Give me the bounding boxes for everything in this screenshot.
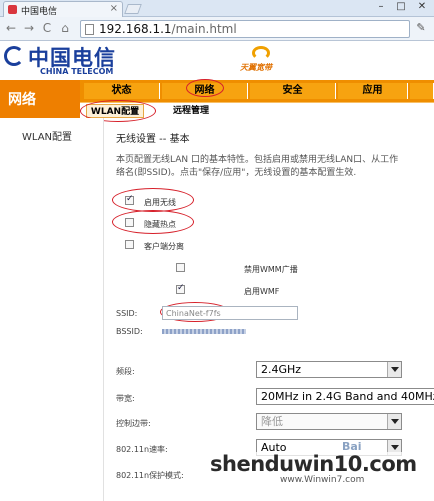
- watermark-sub: www.Winwin7.com: [280, 475, 365, 485]
- bssid-label: BSSID:: [116, 327, 143, 336]
- china-telecom-logo-icon: [4, 46, 24, 66]
- main-nav: 网络 状态 网络 安全 应用 WLAN配置 远程管理: [0, 80, 434, 118]
- minimize-icon[interactable]: –: [372, 0, 390, 14]
- tab-security[interactable]: 安全: [250, 83, 336, 99]
- browser-toolbar: ← → C ⌂ 192.168.1.1/main.html ✎: [0, 17, 434, 41]
- wireless-settings-panel: 无线设置 -- 基本 本页配置无线LAN 口的基本特性。包括启用或禁用无线LAN…: [104, 118, 434, 501]
- bandwidth-label: 带宽:: [116, 394, 135, 403]
- forward-icon[interactable]: →: [22, 21, 36, 35]
- tab-applications[interactable]: 应用: [338, 83, 408, 99]
- band-select[interactable]: 2.4GHz: [256, 361, 402, 378]
- tab-title: 中国电信: [21, 7, 58, 17]
- description-line-2: 络名(即SSID)。点击"保存/应用"，无线设置的基本配置生效.: [116, 168, 357, 178]
- control-sideband-value: 降低: [261, 415, 283, 428]
- hide-ap-label: 隐藏热点: [144, 220, 176, 229]
- brand-header: 中国电信 CHINA TELECOM 天翼宽带: [0, 42, 434, 80]
- section-heading: 网络: [0, 80, 80, 118]
- enable-wmf-checkbox[interactable]: [176, 283, 185, 294]
- new-tab-button[interactable]: [124, 4, 142, 14]
- description-line-1: 本页配置无线LAN 口的基本特性。包括启用或禁用无线LAN口、从工作: [116, 155, 399, 165]
- url-text: 192.168.1.1/main.html: [99, 22, 237, 36]
- browser-tab-strip: 中国电信 × – □ ✕: [0, 0, 434, 17]
- protection-label: 802.11n保护模式:: [116, 471, 184, 480]
- page-title: 无线设置 -- 基本: [116, 134, 190, 145]
- page-description: 本页配置无线LAN 口的基本特性。包括启用或禁用无线LAN口、从工作 络名(即S…: [116, 154, 434, 180]
- window-close-icon[interactable]: ✕: [412, 0, 432, 14]
- subtab-wlan-config[interactable]: WLAN配置: [86, 104, 144, 118]
- disable-wmm-checkbox[interactable]: [176, 263, 185, 272]
- tab-overflow[interactable]: [410, 83, 434, 99]
- band-select-value: 2.4GHz: [261, 363, 302, 376]
- chevron-down-icon: [387, 414, 401, 429]
- home-icon[interactable]: ⌂: [58, 21, 72, 35]
- bssid-value: [162, 329, 246, 334]
- browser-tab[interactable]: 中国电信 ×: [3, 1, 123, 17]
- control-sideband-select[interactable]: 降低: [256, 413, 402, 430]
- url-path: /main.html: [171, 22, 237, 36]
- tab-close-icon[interactable]: ×: [110, 3, 118, 14]
- watermark: shenduwin10.com www.Winwin7.com: [210, 452, 434, 492]
- wrench-icon[interactable]: ✎: [414, 21, 428, 35]
- enable-wmf-label: 启用WMF: [244, 287, 280, 296]
- enable-wireless-label: 启用无线: [144, 198, 176, 207]
- maximize-icon[interactable]: □: [392, 0, 410, 14]
- subtab-remote-management[interactable]: 远程管理: [164, 104, 218, 118]
- page-icon: [85, 24, 94, 35]
- ssid-input[interactable]: ChinaNet-f7fs: [162, 306, 298, 320]
- control-sideband-label: 控制边带:: [116, 419, 151, 428]
- tianyi-ring-icon: [252, 46, 270, 60]
- ssid-label: SSID:: [116, 309, 138, 318]
- disable-wmm-label: 禁用WMM广播: [244, 265, 298, 274]
- enable-wireless-checkbox[interactable]: [125, 194, 134, 205]
- sidebar: WLAN配置: [0, 118, 104, 501]
- back-icon[interactable]: ←: [4, 21, 18, 35]
- sidebar-item-wlan-config[interactable]: WLAN配置: [22, 128, 72, 143]
- chevron-down-icon: [387, 362, 401, 377]
- client-isolation-label: 客户端分离: [144, 242, 184, 251]
- band-label: 频段:: [116, 367, 135, 376]
- sub-nav: WLAN配置 远程管理: [80, 102, 434, 118]
- rate-label: 802.11n速率:: [116, 445, 168, 454]
- logo-english: CHINA TELECOM: [40, 67, 114, 76]
- bandwidth-select[interactable]: 20MHz in 2.4G Band and 40MHz: [256, 388, 434, 405]
- url-host: 192.168.1.1: [99, 22, 172, 36]
- bandwidth-select-value: 20MHz in 2.4G Band and 40MHz: [261, 390, 434, 403]
- address-bar[interactable]: 192.168.1.1/main.html: [80, 20, 410, 38]
- client-isolation-checkbox[interactable]: [125, 240, 134, 249]
- reload-icon[interactable]: C: [40, 21, 54, 35]
- watermark-main: shenduwin10.com: [210, 452, 417, 476]
- tab-status[interactable]: 状态: [84, 83, 160, 99]
- tab-network[interactable]: 网络: [162, 83, 248, 99]
- hide-ap-checkbox[interactable]: [125, 218, 134, 227]
- tianyi-text: 天翼宽带: [240, 63, 272, 72]
- tianyi-logo: 天翼宽带: [240, 46, 280, 76]
- favicon-icon: [8, 5, 17, 14]
